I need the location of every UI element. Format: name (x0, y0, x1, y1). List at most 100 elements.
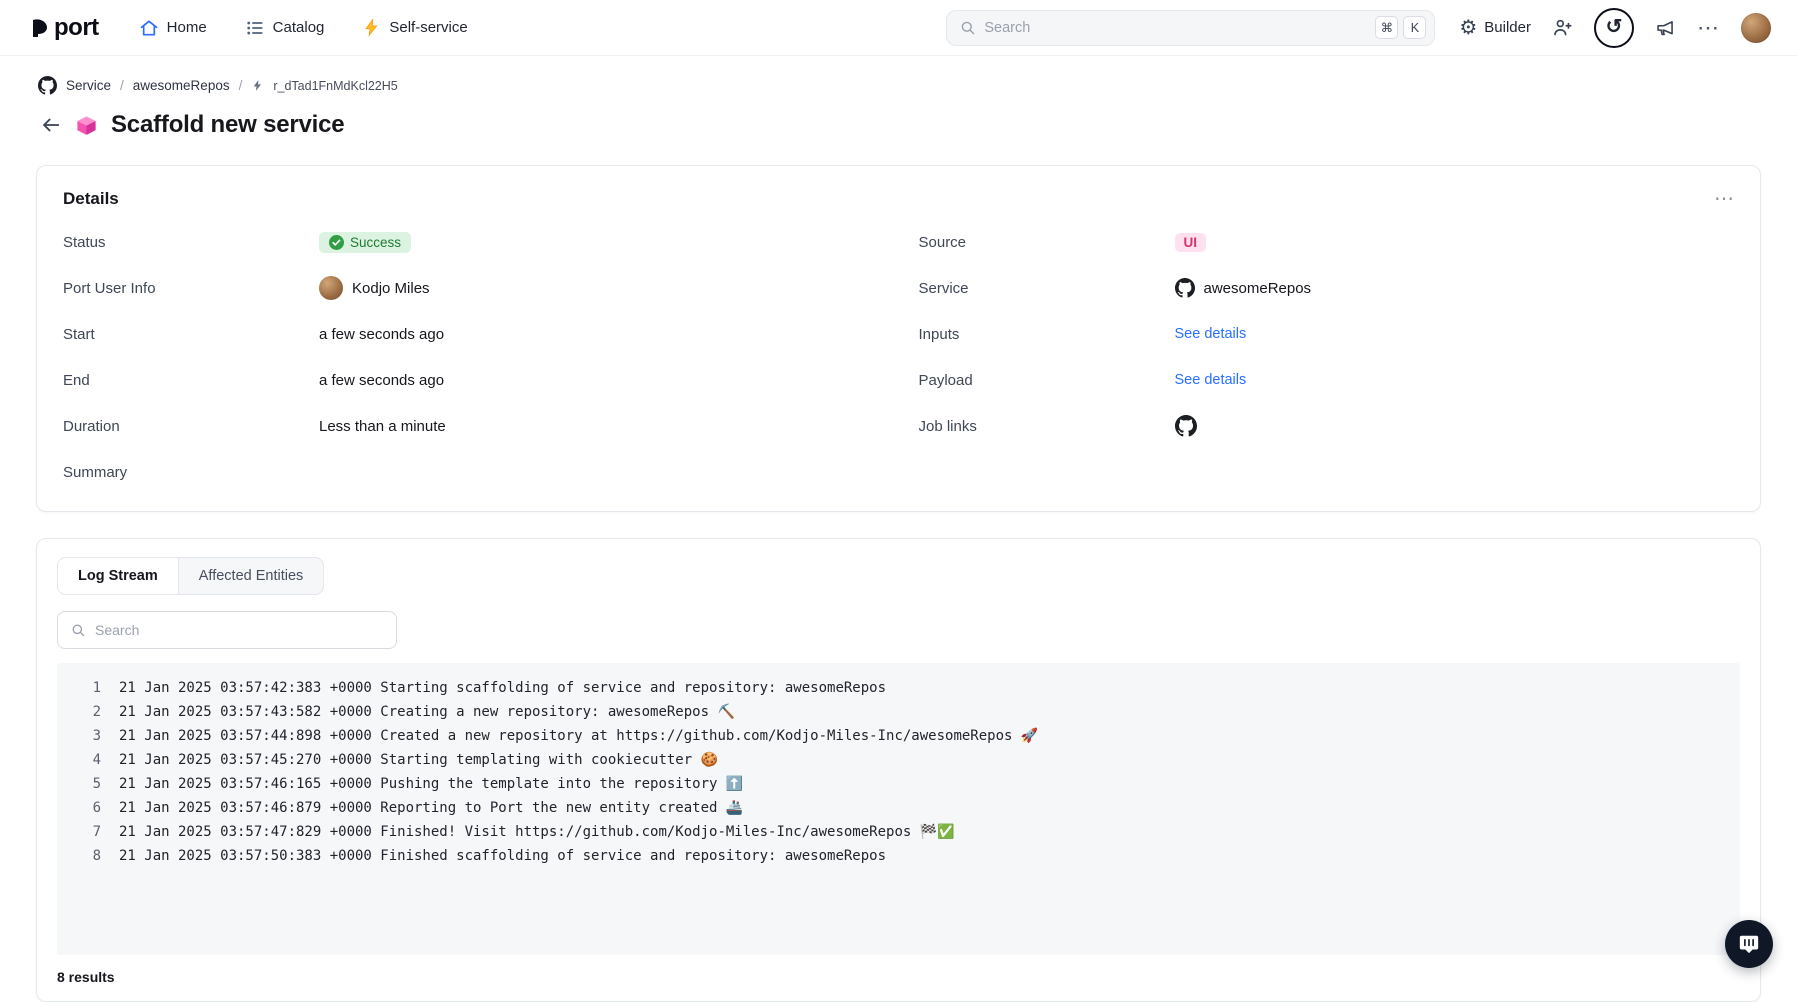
search-icon (70, 622, 86, 638)
port-user-info: Kodjo Miles (319, 276, 430, 300)
details-card: Details ⋯ Status Success Port User Info … (36, 165, 1761, 512)
run-lightning-icon (251, 79, 264, 92)
detail-label: End (63, 372, 319, 389)
log-line-text: 21 Jan 2025 03:57:43:582 +0000 Creating … (119, 700, 735, 724)
details-menu-button[interactable]: ⋯ (1714, 186, 1734, 211)
breadcrumb-run-id: r_dTad1FnMdKcl22H5 (273, 79, 397, 93)
detail-label: Start (63, 326, 319, 343)
detail-value: UI (1175, 233, 1207, 252)
log-line-number: 1 (57, 676, 101, 700)
log-line-text: 21 Jan 2025 03:57:47:829 +0000 Finished!… (119, 820, 955, 844)
detail-row-status: Status Success (63, 219, 879, 265)
breadcrumb-blueprint[interactable]: awesomeRepos (133, 78, 230, 93)
user-avatar[interactable] (1741, 13, 1771, 43)
gear-icon: ⚙ (1459, 18, 1477, 38)
see-details-link[interactable]: See details (1175, 326, 1247, 342)
detail-value: awesomeRepos (1175, 278, 1312, 298)
log-line: 4 21 Jan 2025 03:57:45:270 +0000 Startin… (57, 748, 1740, 772)
tab-affected-entities[interactable]: Affected Entities (179, 558, 324, 594)
detail-row-inputs: Inputs See details (919, 311, 1735, 357)
detail-value: See details (1175, 372, 1247, 388)
k-key: K (1403, 16, 1426, 39)
port-logo[interactable]: port (28, 14, 99, 42)
log-line-text: 21 Jan 2025 03:57:45:270 +0000 Starting … (119, 748, 718, 772)
global-search-input[interactable] (984, 20, 1367, 36)
builder-button[interactable]: ⚙ Builder (1459, 18, 1531, 38)
status-badge: Success (319, 232, 411, 253)
home-icon (139, 18, 159, 38)
detail-value: Kodjo Miles (319, 276, 430, 300)
log-line-number: 3 (57, 724, 101, 748)
back-button[interactable] (40, 114, 62, 136)
source-badge: UI (1175, 233, 1207, 252)
github-icon (38, 76, 57, 95)
github-icon (1175, 415, 1197, 437)
log-card: Log StreamAffected Entities 1 21 Jan 202… (36, 538, 1761, 1002)
nav-item-home[interactable]: Home (139, 18, 207, 38)
primary-nav: Home Catalog Self-service (139, 18, 468, 38)
detail-row-job-links: Job links (919, 403, 1735, 449)
detail-value: Less than a minute (319, 418, 446, 435)
chat-button[interactable] (1725, 920, 1773, 968)
log-line-number: 2 (57, 700, 101, 724)
detail-label: Status (63, 234, 319, 251)
log-line: 3 21 Jan 2025 03:57:44:898 +0000 Created… (57, 724, 1740, 748)
log-line: 6 21 Jan 2025 03:57:46:879 +0000 Reporti… (57, 796, 1740, 820)
log-line-text: 21 Jan 2025 03:57:46:165 +0000 Pushing t… (119, 772, 743, 796)
global-search[interactable]: ⌘ K (946, 10, 1435, 46)
chat-icon (1738, 933, 1760, 955)
invite-user-button[interactable] (1552, 17, 1573, 38)
catalog-icon (245, 18, 265, 38)
log-tabs: Log StreamAffected Entities (57, 557, 324, 595)
nav-item-catalog[interactable]: Catalog (245, 18, 325, 38)
page-title: Scaffold new service (111, 111, 344, 139)
user-avatar (319, 276, 343, 300)
details-title: Details (63, 189, 119, 209)
announcements-button[interactable] (1655, 17, 1676, 38)
detail-row-service: Service awesomeRepos (919, 265, 1735, 311)
results-count: 8 results (57, 969, 1740, 985)
log-line: 7 21 Jan 2025 03:57:47:829 +0000 Finishe… (57, 820, 1740, 844)
person-plus-icon (1552, 17, 1573, 38)
breadcrumb: Service / awesomeRepos / r_dTad1FnMdKcl2… (0, 56, 1797, 95)
nav-item-self-service[interactable]: Self-service (362, 18, 467, 37)
action-cube-icon (75, 114, 98, 137)
log-stream-area: 1 21 Jan 2025 03:57:42:383 +0000 Startin… (57, 663, 1740, 955)
more-options-button[interactable]: ⋯ (1697, 15, 1720, 41)
detail-row-end: End a few seconds ago (63, 357, 879, 403)
nav-right-cluster: ⚙ Builder ↺ ⋯ (1459, 8, 1771, 48)
see-details-link[interactable]: See details (1175, 372, 1247, 388)
check-circle-icon (329, 235, 344, 250)
breadcrumb-service[interactable]: Service (66, 78, 111, 93)
github-icon (1175, 278, 1195, 298)
service-entity-link[interactable]: awesomeRepos (1175, 278, 1312, 298)
details-right-column: Source UI Service awesomeRepos Inputs Se… (919, 219, 1735, 495)
detail-label: Port User Info (63, 280, 319, 297)
log-line-number: 5 (57, 772, 101, 796)
log-line: 5 21 Jan 2025 03:57:46:165 +0000 Pushing… (57, 772, 1740, 796)
detail-label: Payload (919, 372, 1175, 389)
tab-log-stream[interactable]: Log Stream (58, 558, 179, 594)
page-header: Scaffold new service (0, 95, 1797, 139)
search-icon (959, 19, 976, 36)
detail-label: Source (919, 234, 1175, 251)
detail-row-summary: Summary (63, 449, 879, 495)
audit-log-button[interactable]: ↺ (1594, 8, 1634, 48)
detail-value: a few seconds ago (319, 372, 444, 389)
job-link-github-button[interactable] (1175, 415, 1197, 437)
detail-label: Duration (63, 418, 319, 435)
detail-value: Success (319, 232, 411, 253)
log-search-input[interactable] (95, 622, 384, 638)
log-line: 8 21 Jan 2025 03:57:50:383 +0000 Finishe… (57, 844, 1740, 868)
log-line: 1 21 Jan 2025 03:57:42:383 +0000 Startin… (57, 676, 1740, 700)
megaphone-icon (1655, 17, 1676, 38)
details-left-column: Status Success Port User Info Kodjo Mile… (63, 219, 879, 495)
detail-row-duration: Duration Less than a minute (63, 403, 879, 449)
arrow-left-icon (40, 114, 62, 136)
cmd-key: ⌘ (1375, 16, 1398, 39)
log-line-number: 7 (57, 820, 101, 844)
detail-row-start: Start a few seconds ago (63, 311, 879, 357)
details-card-header: Details ⋯ (37, 166, 1760, 215)
log-search[interactable] (57, 611, 397, 649)
log-line-text: 21 Jan 2025 03:57:46:879 +0000 Reporting… (119, 796, 743, 820)
